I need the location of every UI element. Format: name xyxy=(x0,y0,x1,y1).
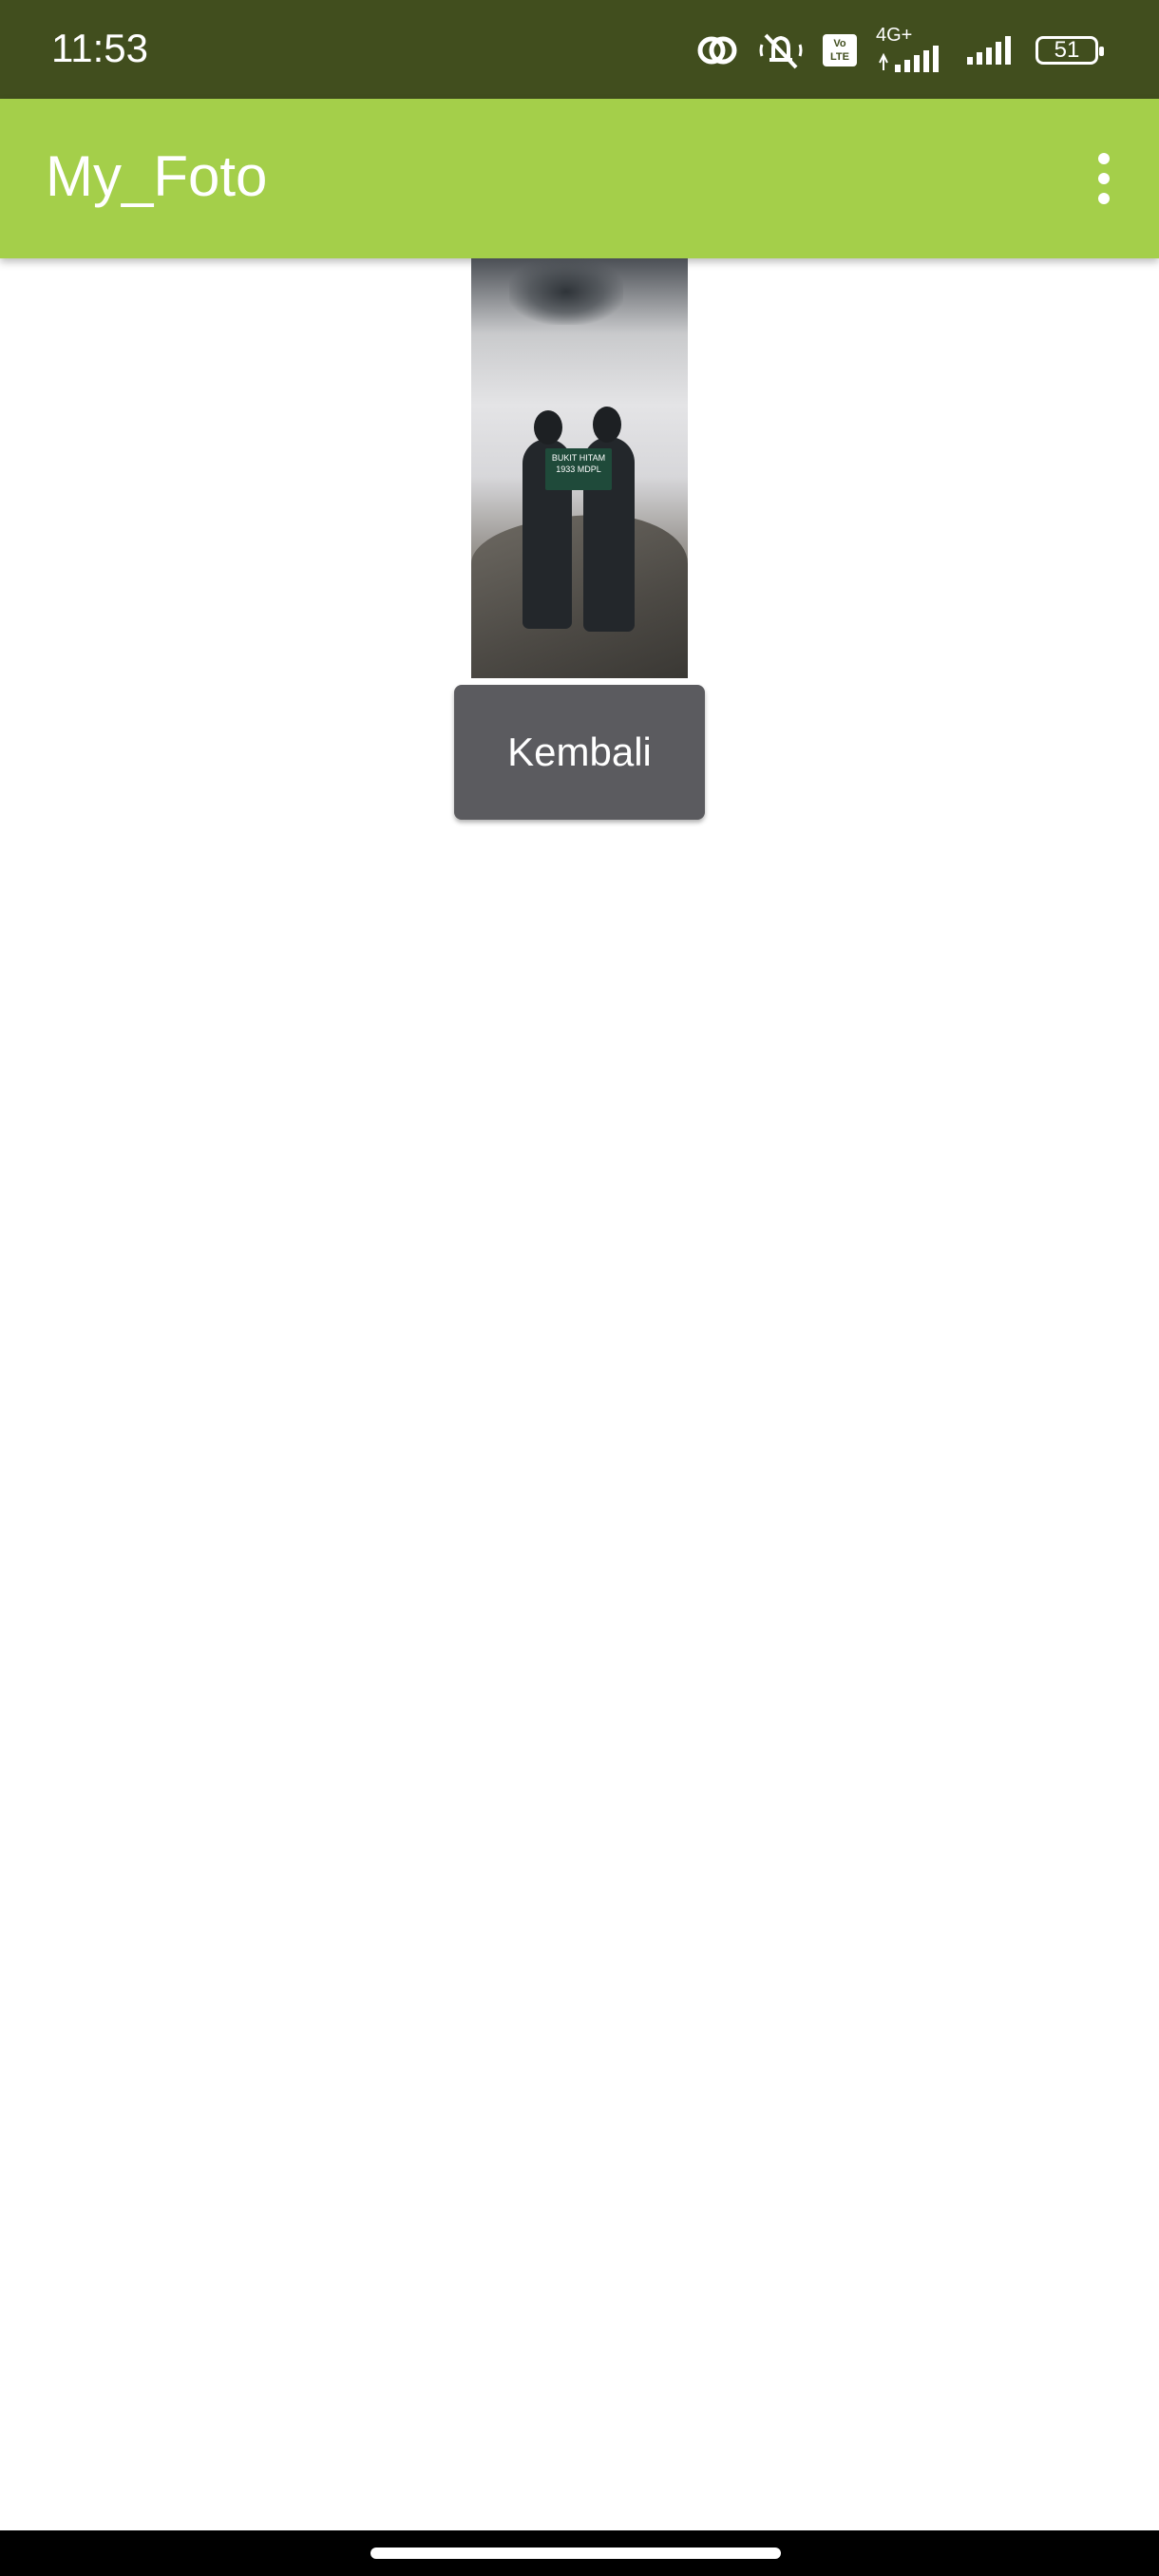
battery-icon: 51 xyxy=(1036,36,1104,65)
overflow-menu-icon[interactable] xyxy=(1085,141,1123,217)
back-button[interactable]: Kembali xyxy=(454,685,705,820)
network-type-label: 4G+ xyxy=(876,25,913,46)
photo-head-right xyxy=(593,407,621,443)
navigation-bar xyxy=(0,2530,1159,2576)
photo-sign: BUKIT HITAM 1933 MDPL xyxy=(545,448,612,490)
photo-smoke xyxy=(509,258,623,325)
photo-image: BUKIT HITAM 1933 MDPL xyxy=(471,258,688,678)
overflow-dot xyxy=(1098,153,1110,164)
app-bar: My_Foto xyxy=(0,99,1159,258)
signal-4g-icon: 4G+ xyxy=(876,25,946,72)
app-title: My_Foto xyxy=(46,144,268,208)
overflow-dot xyxy=(1098,173,1110,184)
status-icons: Vo LTE 4G+ 51 xyxy=(695,25,1104,72)
sign-line1: BUKIT HITAM xyxy=(551,453,606,463)
sign-line2: 1933 MDPL xyxy=(556,464,601,474)
volte-icon: Vo LTE xyxy=(823,34,857,66)
photo-head-left xyxy=(534,410,562,445)
volte-label: Vo LTE xyxy=(830,38,849,63)
overflow-dot xyxy=(1098,193,1110,204)
hotspot-icon xyxy=(697,36,737,65)
home-gesture-handle[interactable] xyxy=(370,2548,781,2559)
photo-rock xyxy=(471,515,688,678)
battery-level: 51 xyxy=(1054,37,1080,63)
status-bar: 11:53 Vo LTE 4G+ 51 xyxy=(0,0,1159,99)
status-time: 11:53 xyxy=(51,26,148,70)
muted-bell-icon xyxy=(759,33,803,69)
signal-icon xyxy=(967,36,1011,65)
